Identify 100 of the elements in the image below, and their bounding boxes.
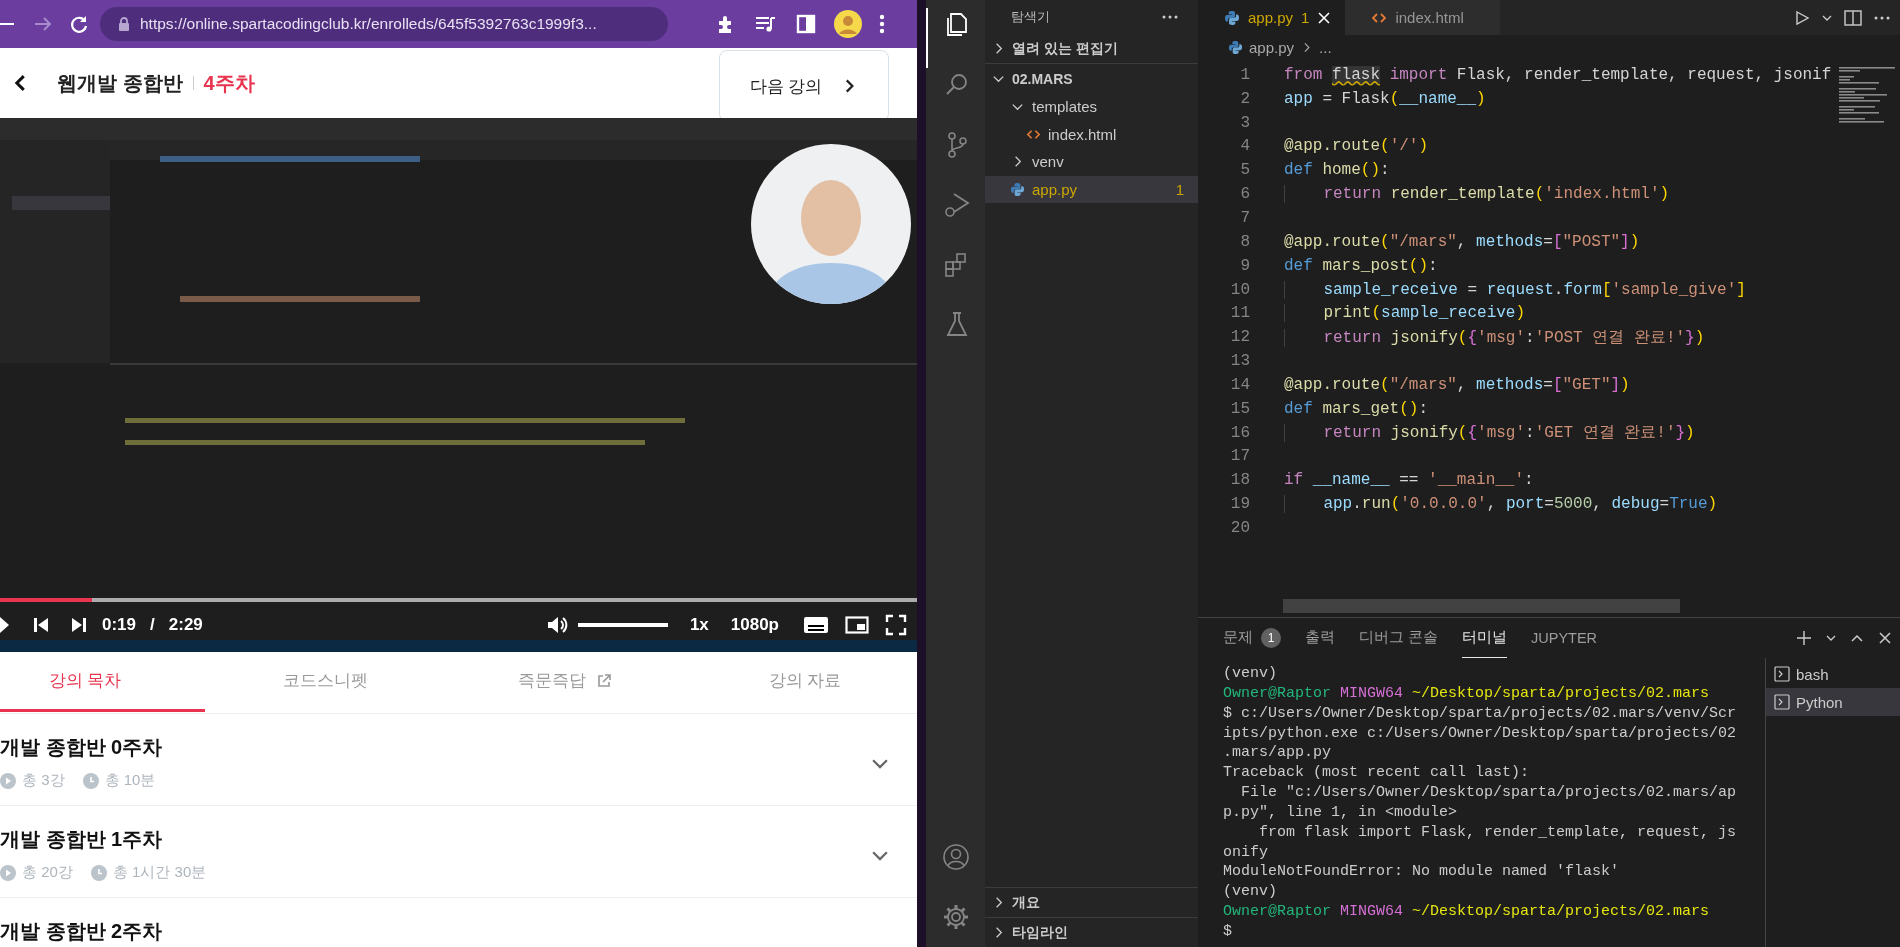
section-header[interactable]: 개요 xyxy=(985,888,1198,917)
run-icon[interactable] xyxy=(1794,9,1810,26)
line-number: 10 xyxy=(1229,280,1250,299)
clock-icon xyxy=(82,772,99,789)
lock-icon xyxy=(118,16,130,32)
lesson-count: 총 20강 xyxy=(22,863,73,882)
terminal-line: onify xyxy=(1223,842,1268,863)
panel-tab[interactable]: 디버그 콘솔 xyxy=(1359,618,1439,658)
terminal-item[interactable]: bash xyxy=(1766,660,1900,688)
terminal-line: p.py", line 1, in <module> xyxy=(1223,802,1458,823)
code-line: def mars_get(): xyxy=(1284,399,1429,418)
section-header[interactable]: 02.MARS xyxy=(985,64,1198,93)
more-menu-icon[interactable] xyxy=(879,14,885,34)
subtitles-icon[interactable] xyxy=(803,615,829,635)
previous-icon[interactable] xyxy=(32,616,50,634)
terminal-line: Traceback (most recent call last): xyxy=(1223,763,1530,784)
week-label: 4주차 xyxy=(203,70,255,96)
code-line: print(sample_receive) xyxy=(1284,304,1526,323)
scrollbar-thumb[interactable] xyxy=(1283,599,1680,613)
dropdown-icon[interactable] xyxy=(1826,633,1836,643)
code-line: sample_receive = request.form['sample_give'] xyxy=(1284,280,1746,299)
total-duration: 총 10분 xyxy=(104,771,156,790)
code-line: @app.route("/mars", methods=["POST"]) xyxy=(1284,232,1640,251)
line-number: 20 xyxy=(1229,518,1250,537)
terminal-line: $ xyxy=(1223,921,1232,942)
side-panel-icon[interactable] xyxy=(795,13,817,35)
more-icon[interactable] xyxy=(1162,15,1178,19)
line-number: 12 xyxy=(1229,328,1250,347)
tree-item[interactable]: index.html xyxy=(985,120,1198,148)
code-line: from flask import Flask, render_template, request, jsonif xyxy=(1284,65,1832,84)
terminal-line: ipts/python.exe c:/Users/Owner/Desktop/sparta/projects/02 xyxy=(1223,723,1737,744)
code-line: def home(): xyxy=(1284,161,1390,180)
line-number: 19 xyxy=(1229,495,1250,514)
terminal-line: ModuleNotFoundError: No module named 'flask' xyxy=(1223,862,1620,883)
code-line: def mars_post(): xyxy=(1284,256,1438,275)
line-number: 16 xyxy=(1229,423,1250,442)
panel-tab[interactable]: JUPYTER xyxy=(1531,618,1598,658)
line-number: 7 xyxy=(1239,209,1250,227)
more-icon[interactable] xyxy=(1874,15,1890,20)
tree-item[interactable]: app.py 1 xyxy=(985,175,1198,203)
code-line: return jsonify({'msg':'GET 연결 완료!'}) xyxy=(1284,422,1695,444)
line-number: 1 xyxy=(1239,65,1250,84)
current-time: 0:19 xyxy=(102,615,137,635)
terminal-line: Owner@Raptor MINGW64 ~/Desktop/sparta/projects/02.mars xyxy=(1223,683,1710,704)
line-number: 17 xyxy=(1229,447,1250,466)
breadcrumb-item[interactable]: app.py xyxy=(1249,38,1295,56)
week-title[interactable]: 개발 종합반 0주차 xyxy=(0,734,869,761)
volume-slider[interactable] xyxy=(577,623,668,627)
section-header[interactable]: 타임라인 xyxy=(985,918,1198,947)
close-icon[interactable] xyxy=(1878,631,1892,645)
plus-icon[interactable] xyxy=(1796,630,1812,646)
total-duration: 총 1시간 30분 xyxy=(112,863,207,882)
speed-button[interactable]: 1x xyxy=(689,615,709,635)
line-number: 13 xyxy=(1229,352,1250,371)
line-number: 8 xyxy=(1239,232,1250,251)
line-number: 6 xyxy=(1239,185,1250,204)
editor-tab[interactable]: app.py 1 xyxy=(1198,0,1346,35)
editor-tab[interactable]: index.html xyxy=(1345,0,1500,35)
line-number: 5 xyxy=(1239,161,1250,180)
avatar-icon[interactable] xyxy=(834,10,862,38)
quality-button[interactable]: 1080p xyxy=(730,615,779,635)
line-number: 2 xyxy=(1239,89,1250,108)
lesson-count: 총 3강 xyxy=(22,771,65,790)
terminal-item[interactable]: Python xyxy=(1766,688,1900,716)
code-line: @app.route('/') xyxy=(1284,137,1429,156)
line-number: 11 xyxy=(1229,304,1250,323)
next-icon[interactable] xyxy=(70,616,88,634)
course-title: 웹개발 종합반 xyxy=(57,70,183,96)
terminal-icon xyxy=(1774,666,1790,682)
section-header[interactable]: 열려 있는 편집기 xyxy=(985,34,1198,63)
panel-tab[interactable]: 터미널 xyxy=(1462,618,1508,658)
week-title[interactable]: 개발 종합반 2주차 xyxy=(0,918,917,945)
course-tab[interactable]: 강의 목차 xyxy=(0,652,205,712)
line-number: 4 xyxy=(1239,137,1250,156)
volume-icon[interactable] xyxy=(545,615,568,635)
line-number: 3 xyxy=(1239,113,1250,132)
split-editor-icon[interactable] xyxy=(1844,9,1862,26)
terminal-line: (venv) xyxy=(1223,882,1277,903)
line-number: 15 xyxy=(1229,399,1250,418)
terminal-line: from flask import Flask, render_template, request, js xyxy=(1258,822,1737,843)
code-line: if __name__ == '__main__': xyxy=(1284,471,1534,490)
code-line: return render_template('index.html') xyxy=(1284,185,1670,204)
play-icon[interactable] xyxy=(0,616,10,634)
fullscreen-icon[interactable] xyxy=(885,614,907,636)
week-title[interactable]: 개발 종합반 1주차 xyxy=(0,826,869,853)
terminal-icon xyxy=(1774,694,1790,710)
panel-tab[interactable]: 출력 xyxy=(1305,618,1335,658)
problem-count: 1 xyxy=(1175,180,1184,198)
account-icon[interactable] xyxy=(940,842,971,872)
tree-item[interactable]: templates xyxy=(985,93,1198,121)
breadcrumb-item[interactable]: ... xyxy=(1319,38,1332,56)
duration: 2:29 xyxy=(168,615,203,635)
line-number: 14 xyxy=(1229,375,1250,394)
address-field[interactable]: https://online.spartacodingclub.kr/enrolleds/645f5392763c1999f3... xyxy=(100,7,668,41)
picture-in-picture-icon[interactable] xyxy=(845,615,869,635)
external-link-icon xyxy=(596,672,612,689)
panel-tab[interactable]: 문제 1 xyxy=(1223,618,1281,658)
tree-item[interactable]: venv xyxy=(985,148,1198,176)
clock-icon xyxy=(90,864,107,881)
terminal-line: .mars/app.py xyxy=(1223,743,1332,764)
